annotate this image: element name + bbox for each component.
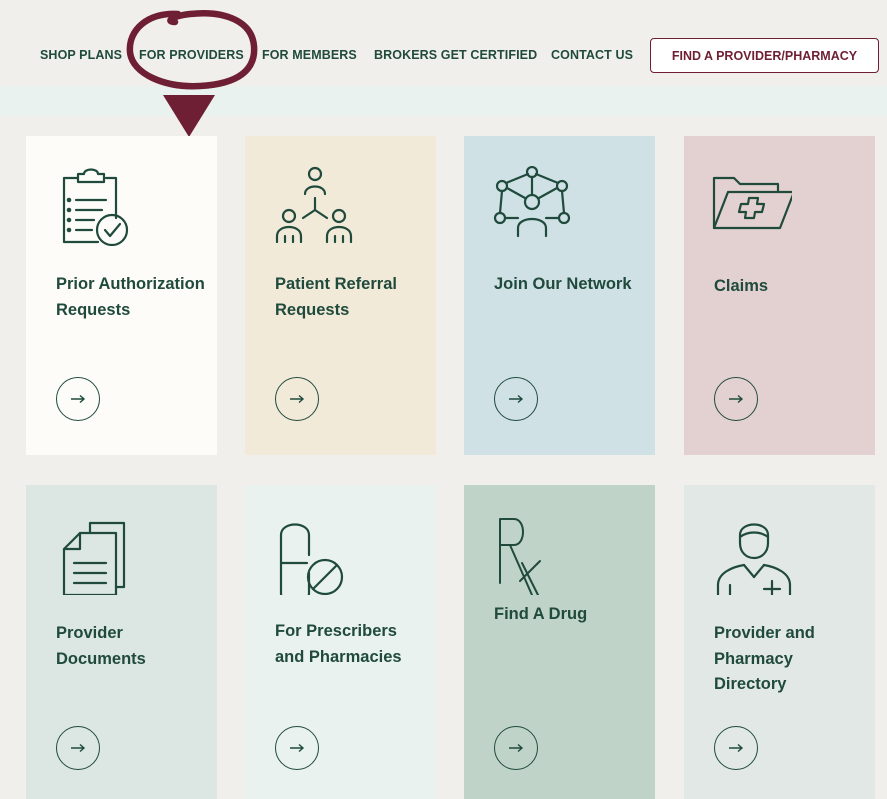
card-arrow-button[interactable] (714, 726, 758, 770)
card-title: For Prescribers and Pharmacies (275, 622, 402, 666)
arrow-right-icon (729, 394, 744, 404)
arrow-right-icon (509, 394, 524, 404)
documents-icon (62, 521, 126, 595)
card-arrow-button[interactable] (275, 377, 319, 421)
annotation-overlay (126, 10, 258, 137)
card-provider-documents[interactable]: Provider Documents (26, 485, 217, 799)
card-provider-pharmacy-directory[interactable]: Provider and Pharmacy Directory (684, 485, 875, 799)
card-title: Patient Referral Requests (275, 275, 397, 319)
card-title: Join Our Network (494, 275, 632, 293)
highlight-circle-annotation (126, 10, 258, 90)
card-title: Find A Drug (494, 605, 588, 623)
arrow-right-icon (290, 743, 305, 753)
network-hub-icon (493, 166, 571, 238)
medical-folder-icon (712, 176, 792, 230)
arrow-right-icon (729, 743, 744, 753)
pointer-triangle-annotation (163, 95, 215, 137)
card-arrow-button[interactable] (494, 726, 538, 770)
clipboard-check-icon (62, 168, 129, 246)
arrow-right-icon (290, 394, 305, 404)
card-arrow-button[interactable] (56, 726, 100, 770)
card-prescribers-pharmacies[interactable]: For Prescribers and Pharmacies (245, 485, 436, 799)
card-prior-authorization[interactable]: Prior Authorization Requests (26, 136, 217, 455)
people-network-icon (275, 166, 353, 244)
card-title: Prior Authorization Requests (56, 275, 205, 319)
card-arrow-button[interactable] (56, 377, 100, 421)
card-join-network[interactable]: Join Our Network (464, 136, 655, 455)
card-title: Provider Documents (56, 624, 146, 668)
arrow-right-icon (71, 394, 86, 404)
rx-icon (499, 518, 541, 595)
card-arrow-button[interactable] (275, 726, 319, 770)
card-find-drug[interactable]: Find A Drug (464, 485, 655, 799)
card-arrow-button[interactable] (714, 377, 758, 421)
card-title: Provider and Pharmacy Directory (714, 624, 815, 693)
arrow-right-icon (71, 743, 86, 753)
doctor-icon (716, 523, 792, 595)
card-claims[interactable]: Claims (684, 136, 875, 455)
card-patient-referral[interactable]: Patient Referral Requests (245, 136, 436, 455)
arrow-right-icon (509, 743, 524, 753)
card-arrow-button[interactable] (494, 377, 538, 421)
card-title: Claims (714, 277, 769, 295)
pill-no-icon (279, 523, 344, 595)
